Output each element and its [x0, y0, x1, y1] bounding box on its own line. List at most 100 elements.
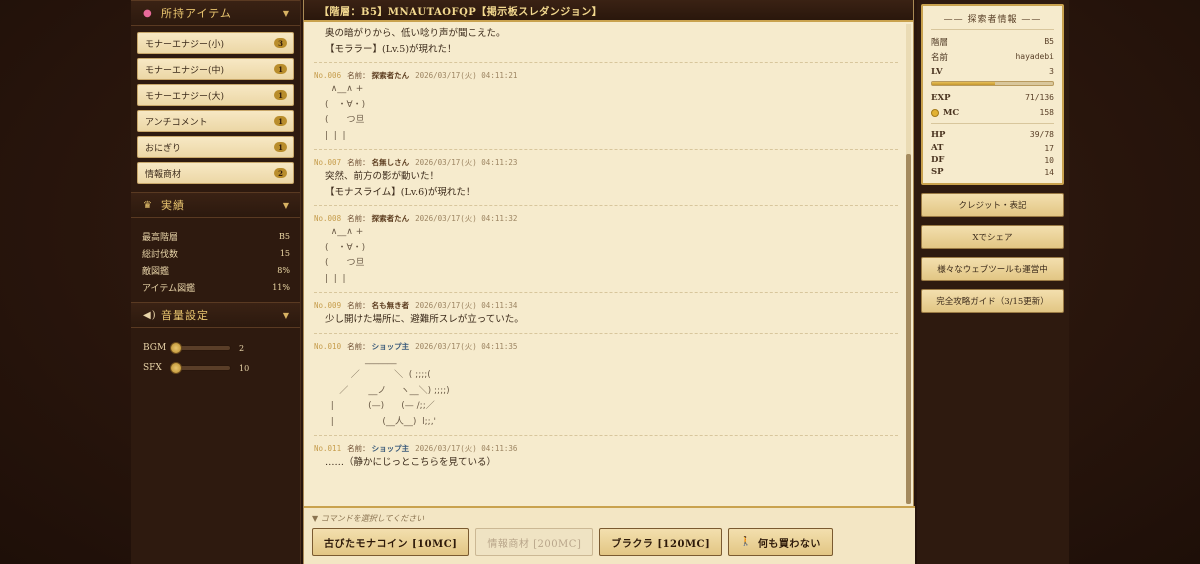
scrollbar-thumb[interactable] [906, 154, 911, 504]
item-count: 1 [274, 142, 287, 152]
sound-settings: BGM 2 SFX 10 [131, 328, 300, 388]
post-author: ショップ主 [371, 341, 410, 351]
buy-nothing-button[interactable]: 🚶 何も買わない [728, 528, 833, 556]
bgm-slider-knob[interactable] [170, 342, 182, 354]
post-number[interactable]: No.010 [314, 342, 341, 351]
lv-row: LV 3 [931, 64, 1054, 79]
inventory-item[interactable]: モナーエナジー(小) 3 [137, 32, 294, 54]
df-row: DF 10 [931, 154, 1054, 166]
inventory-item[interactable]: アンチコメント 1 [137, 110, 294, 132]
thread-post: No.008 名前： 探索者たん 2026/03/17(火) 04:11:32 ∧__… [314, 212, 898, 293]
floor-row: 階層 B5 [931, 34, 1054, 49]
walk-icon: 🚶 [740, 537, 752, 547]
post-date: 2026/03/17(火) 04:11:36 [415, 444, 518, 453]
inventory-item[interactable]: 情報商材 2 [137, 162, 294, 184]
command-area: ▼ コマンドを選択してください 古びたモナコイン [10MC] 情報商材 [20… [304, 506, 915, 564]
sfx-slider[interactable] [170, 362, 231, 374]
floor-value: B5 [1044, 37, 1054, 46]
achievement-row: 最高階層 B5 [142, 228, 290, 245]
achievement-label: 総討伐数 [142, 250, 179, 260]
post-line: 突然、前方の影が動いた！ [325, 171, 440, 182]
post-date: 2026/03/17(火) 04:11:34 [415, 301, 518, 310]
achievements-header[interactable]: ♛ 実績 ▼ [131, 192, 300, 218]
chevron-down-icon[interactable]: ▼ [283, 9, 290, 18]
divider [931, 123, 1054, 124]
thread-scrollbar[interactable] [906, 24, 911, 504]
item-count: 1 [274, 116, 287, 126]
ascii-art-line: ( ・∀・) [325, 242, 366, 253]
mc-row: MC 158 [931, 105, 1054, 120]
post-header: No.011 名前： ショップ主 2026/03/17(火) 04:11:36 [314, 442, 898, 455]
speaker-icon: ◀) [143, 309, 157, 321]
sp-label: SP [931, 167, 944, 177]
ascii-art-line: | | | [325, 273, 346, 284]
buy-info-product-button[interactable]: 情報商材 [200MC] [475, 528, 594, 556]
post-line: 【モララー】(Lv.5)が現れた！ [325, 43, 457, 55]
post-number[interactable]: No.008 [314, 214, 341, 223]
post-header: No.007 名前： 名無しさん 2026/03/17(火) 04:11:23 [314, 156, 898, 169]
ascii-art-line: | (—) (— /;;／ [325, 401, 435, 411]
post-line: 【モナスライム】(Lv.6)が現れた！ [325, 186, 476, 198]
share-x-button[interactable]: Xでシェア [921, 225, 1064, 249]
chevron-down-icon[interactable]: ▼ [283, 201, 290, 210]
partial-post: 奥の暗がりから、低い唸り声が聞こえた。 【モララー】(Lv.5)が現れた！ [314, 26, 898, 63]
item-name: おにぎり [145, 143, 182, 154]
achievement-row: 総討伐数 15 [142, 245, 290, 262]
ascii-art-line: ／ ＼ ( ;;;;( [325, 370, 431, 380]
thread-post: No.007 名前： 名無しさん 2026/03/17(火) 04:11:23 突然、前… [314, 156, 898, 206]
sfx-value: 10 [239, 363, 250, 373]
df-label: DF [931, 155, 945, 165]
thread-post: No.009 名前： 名も無き者 2026/03/17(火) 04:11:34 少し開け… [314, 299, 898, 334]
buy-nothing-label: 何も買わない [757, 538, 821, 550]
item-name: アンチコメント [145, 117, 208, 128]
post-author: 探索者たん [371, 71, 410, 80]
post-author: ショップ主 [371, 444, 410, 453]
achievement-value: 8% [277, 266, 290, 275]
web-tools-button[interactable]: 様々なウェブツールも運営中 [921, 257, 1064, 281]
buy-old-monacoin-button[interactable]: 古びたモナコイン [10MC] [312, 528, 470, 556]
sp-row: SP 14 [931, 166, 1054, 178]
ascii-art-line: ∧__∧ + [325, 227, 364, 237]
post-number[interactable]: No.009 [314, 301, 341, 310]
credits-button[interactable]: クレジット・表記 [921, 193, 1064, 217]
ascii-art-line: ( つ旦 [325, 115, 365, 125]
at-label: AT [931, 143, 944, 153]
trophy-icon: ♛ [143, 199, 153, 211]
bgm-row: BGM 2 [143, 338, 288, 358]
explorer-status-card: —— 探索者情報 —— 階層 B5 名前 hayadebi LV 3 EXP 71/13… [921, 4, 1064, 185]
floor-label: 階層 [931, 37, 949, 48]
inventory-item[interactable]: モナーエナジー(中) 1 [137, 58, 294, 80]
status-title: —— 探索者情報 —— [931, 12, 1054, 30]
item-count: 1 [274, 90, 287, 100]
strategy-guide-button[interactable]: 完全攻略ガイド（3/15更新） [921, 289, 1064, 313]
post-number[interactable]: No.011 [314, 444, 341, 453]
chevron-down-icon[interactable]: ▼ [283, 311, 290, 320]
inventory-item[interactable]: モナーエナジー(大) 1 [137, 84, 294, 106]
ascii-art-line: _______ [325, 354, 397, 365]
at-value: 17 [1044, 143, 1054, 153]
bgm-slider[interactable] [170, 342, 231, 354]
mc-label: MC [943, 107, 960, 118]
inventory-header[interactable]: ● 所持アイテム ▼ [131, 0, 300, 26]
sound-header[interactable]: ◀) 音量設定 ▼ [131, 302, 300, 328]
post-name-label: 名前： [347, 341, 370, 351]
inventory-item[interactable]: おにぎり 1 [137, 136, 294, 158]
post-line: ……（静かにじっとこちらを見ている） [325, 457, 497, 468]
name-label: 名前 [931, 52, 949, 63]
thread-log[interactable]: 奥の暗がりから、低い唸り声が聞こえた。 【モララー】(Lv.5)が現れた！ No… [304, 22, 908, 506]
achievement-label: 敵図鑑 [142, 267, 170, 277]
post-number[interactable]: No.006 [314, 71, 341, 80]
post-line: 奥の暗がりから、低い唸り声が聞こえた。 [325, 28, 506, 39]
sfx-slider-knob[interactable] [170, 362, 182, 374]
post-header: No.006 名前： 探索者たん 2026/03/17(火) 04:11:21 [314, 69, 898, 82]
achievement-value: B5 [279, 232, 290, 241]
buy-brakura-button[interactable]: ブラクラ [120MC] [599, 528, 723, 556]
command-buttons: 古びたモナコイン [10MC] 情報商材 [200MC] ブラクラ [120MC… [312, 528, 915, 556]
exp-row: EXP 71/136 [931, 90, 1054, 105]
ascii-art-line: ( ・∀・) [325, 99, 366, 110]
achievement-label: 最高階層 [142, 233, 179, 243]
item-count: 1 [274, 64, 287, 74]
post-name-label: 名前： [347, 71, 370, 80]
lv-label: LV [931, 66, 943, 77]
post-number[interactable]: No.007 [314, 158, 341, 167]
